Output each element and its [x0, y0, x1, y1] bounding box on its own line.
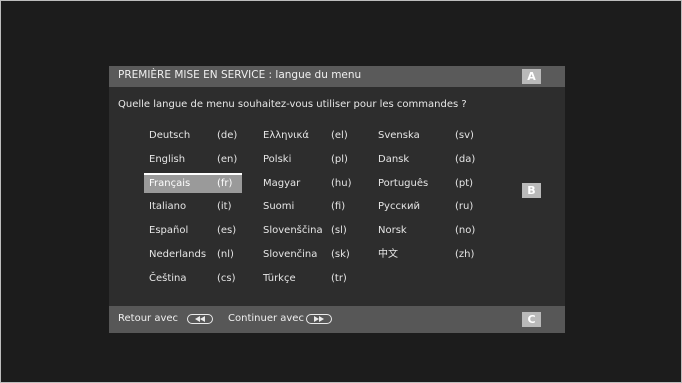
footer-bar: Retour avec Continuer avec C [109, 306, 565, 333]
language-name: English [149, 154, 186, 165]
language-name: Norsk [378, 225, 407, 236]
language-code: (el) [331, 130, 348, 141]
language-code: (ru) [455, 201, 474, 212]
language-name: Magyar [263, 178, 301, 189]
language-name: Türkçe [263, 273, 296, 284]
language-name: Deutsch [149, 130, 191, 141]
language-name: Čeština [149, 273, 187, 284]
language-code: (de) [217, 130, 238, 141]
title-bar: PREMIÈRE MISE EN SERVICE : langue du men… [109, 66, 565, 87]
continue-label: Continuer avec [228, 313, 304, 324]
language-name: Slovenščina [263, 225, 323, 236]
badge-c: C [522, 312, 541, 327]
language-code: (hu) [331, 178, 352, 189]
language-code: (it) [217, 201, 232, 212]
language-name: Polski [263, 154, 292, 165]
language-name: Italiano [149, 201, 187, 212]
first-setup-dialog: PREMIÈRE MISE EN SERVICE : langue du men… [109, 66, 565, 333]
language-name: 中文 [378, 249, 398, 260]
tv-screen: PREMIÈRE MISE EN SERVICE : langue du men… [0, 0, 682, 383]
language-code: (nl) [217, 249, 234, 260]
language-code: (cs) [217, 273, 236, 284]
question-text: Quelle langue de menu souhaitez-vous uti… [118, 99, 467, 110]
language-name: Português [378, 178, 429, 189]
language-name: Nederlands [149, 249, 207, 260]
language-code: (no) [455, 225, 476, 236]
language-name: Slovenčina [263, 249, 318, 260]
language-name: Русский [378, 201, 420, 212]
badge-a: A [522, 69, 541, 84]
language-name: Ελληνικά [263, 130, 309, 141]
rewind-icon[interactable] [187, 314, 213, 324]
language-code: (da) [455, 154, 476, 165]
language-code: (sv) [455, 130, 474, 141]
language-name: Français [149, 178, 191, 189]
language-code: (en) [217, 154, 238, 165]
language-code: (fi) [331, 201, 346, 212]
back-label: Retour avec [118, 313, 179, 324]
language-code: (zh) [455, 249, 475, 260]
language-code: (sk) [331, 249, 350, 260]
language-code: (es) [217, 225, 237, 236]
fast-forward-icon[interactable] [306, 314, 332, 324]
dialog-title: PREMIÈRE MISE EN SERVICE : langue du men… [118, 69, 362, 81]
language-code: (pt) [455, 178, 474, 189]
badge-b: B [522, 183, 541, 198]
language-name: Svenska [378, 130, 420, 141]
language-code: (fr) [217, 178, 233, 189]
selection-indicator [144, 173, 242, 175]
language-name: Dansk [378, 154, 410, 165]
language-name: Suomi [263, 201, 295, 212]
language-code: (tr) [331, 273, 347, 284]
language-code: (pl) [331, 154, 348, 165]
language-name: Español [149, 225, 189, 236]
language-code: (sl) [331, 225, 347, 236]
